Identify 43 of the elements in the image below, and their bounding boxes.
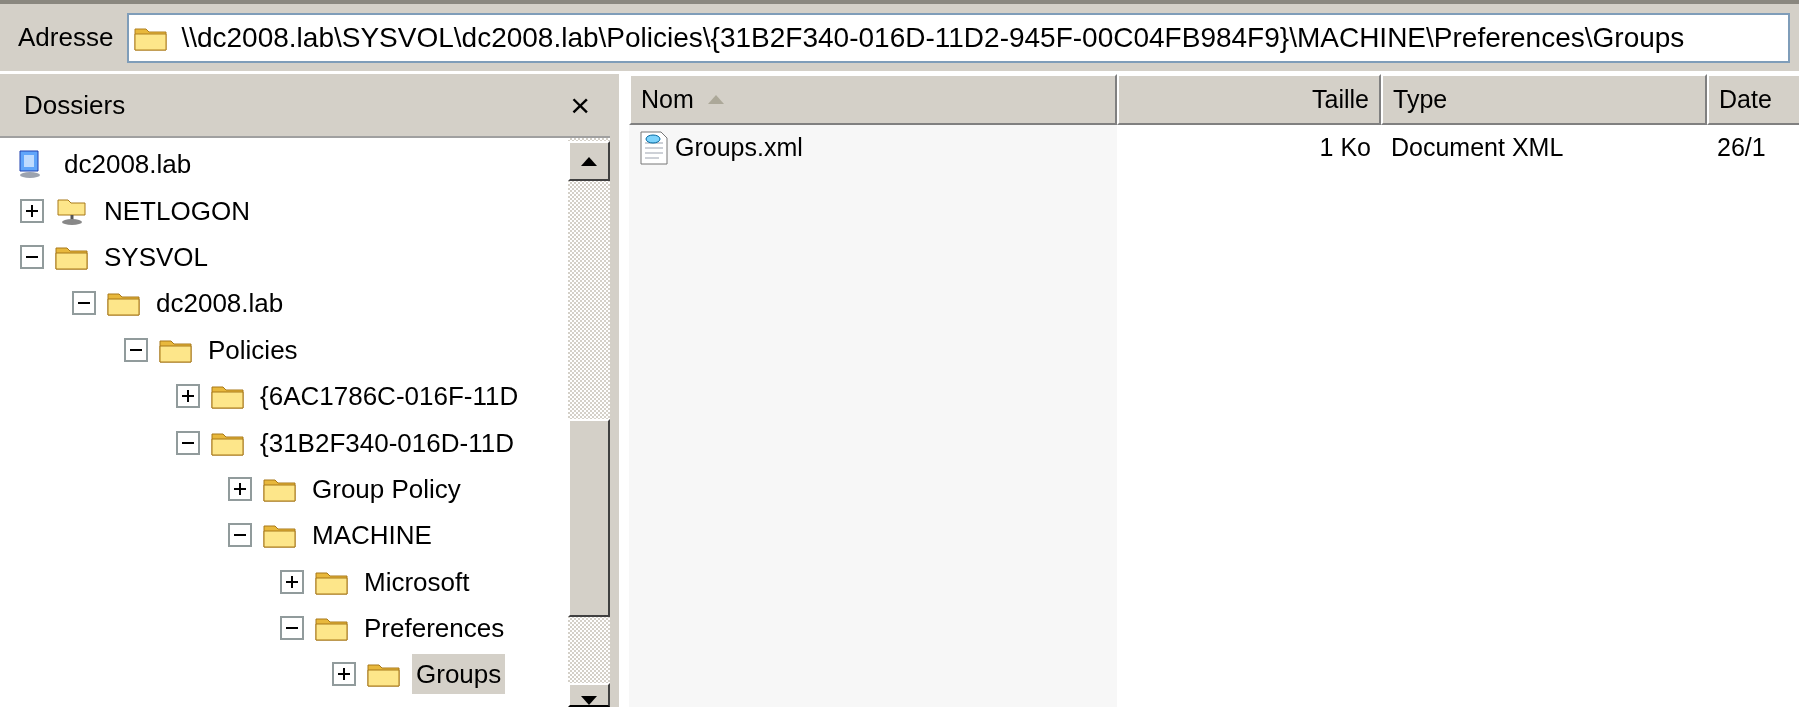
expand-toggle-icon[interactable]: [280, 569, 304, 594]
expand-toggle-icon[interactable]: [20, 198, 44, 223]
collapse-toggle-icon[interactable]: [124, 337, 148, 362]
collapse-toggle-icon[interactable]: [72, 291, 96, 316]
table-cell-text: 1 Ko: [1319, 132, 1371, 164]
table-cell-text: Document XML: [1391, 132, 1564, 164]
collapse-toggle-icon[interactable]: [176, 430, 200, 455]
tree-item[interactable]: dc2008.lab: [60, 144, 196, 185]
tree-item[interactable]: Group Policy: [308, 468, 465, 509]
xml-document-icon: [639, 131, 669, 165]
sort-ascending-icon: [707, 95, 724, 104]
down-arrow-icon: [581, 696, 597, 705]
tree-item[interactable]: {6AC1786C-016F-11D: [256, 376, 523, 417]
scroll-down-button[interactable]: [568, 683, 610, 707]
column-header[interactable]: Date: [1707, 74, 1799, 125]
tree-item[interactable]: Microsoft: [360, 561, 474, 602]
expand-toggle-icon[interactable]: [228, 476, 252, 501]
collapse-toggle-icon[interactable]: [280, 616, 304, 641]
table-cell-text: 26/1: [1717, 132, 1766, 164]
tree-item[interactable]: MACHINE: [308, 515, 436, 556]
expand-toggle-icon[interactable]: [176, 384, 200, 409]
pane-title: Dossiers: [24, 88, 126, 122]
scroll-up-button[interactable]: [568, 141, 610, 181]
collapse-toggle-icon[interactable]: [20, 244, 44, 269]
tree-item[interactable]: {31B2F340-016D-11D: [256, 422, 518, 463]
tree-item[interactable]: Preferences: [360, 608, 509, 649]
close-button[interactable]: ×: [570, 88, 590, 122]
up-arrow-icon: [581, 156, 597, 166]
collapse-toggle-icon[interactable]: [228, 523, 252, 548]
tree-item[interactable]: Groups: [412, 654, 506, 695]
address-label: Adresse: [18, 21, 114, 54]
address-field[interactable]: \\dc2008.lab\SYSVOL\dc2008.lab\Policies\{31B2F340-016D-11D2-945F-00C04FB984F9}\MACHINE\Preferences\Groups: [127, 12, 1790, 63]
column-header[interactable]: Taille: [1117, 74, 1381, 125]
file-name[interactable]: Groups.xml: [675, 129, 803, 167]
column-header[interactable]: Type: [1381, 74, 1707, 125]
tree-item[interactable]: dc2008.lab: [152, 283, 288, 324]
expand-toggle-icon[interactable]: [332, 662, 356, 687]
tree-item[interactable]: NETLOGON: [100, 190, 254, 231]
tree-item[interactable]: Policies: [204, 329, 302, 370]
column-header[interactable]: Nom: [629, 74, 1117, 125]
scroll-thumb[interactable]: [568, 419, 610, 617]
tree-item[interactable]: SYSVOL: [100, 236, 213, 277]
scrollbar[interactable]: [568, 138, 610, 707]
